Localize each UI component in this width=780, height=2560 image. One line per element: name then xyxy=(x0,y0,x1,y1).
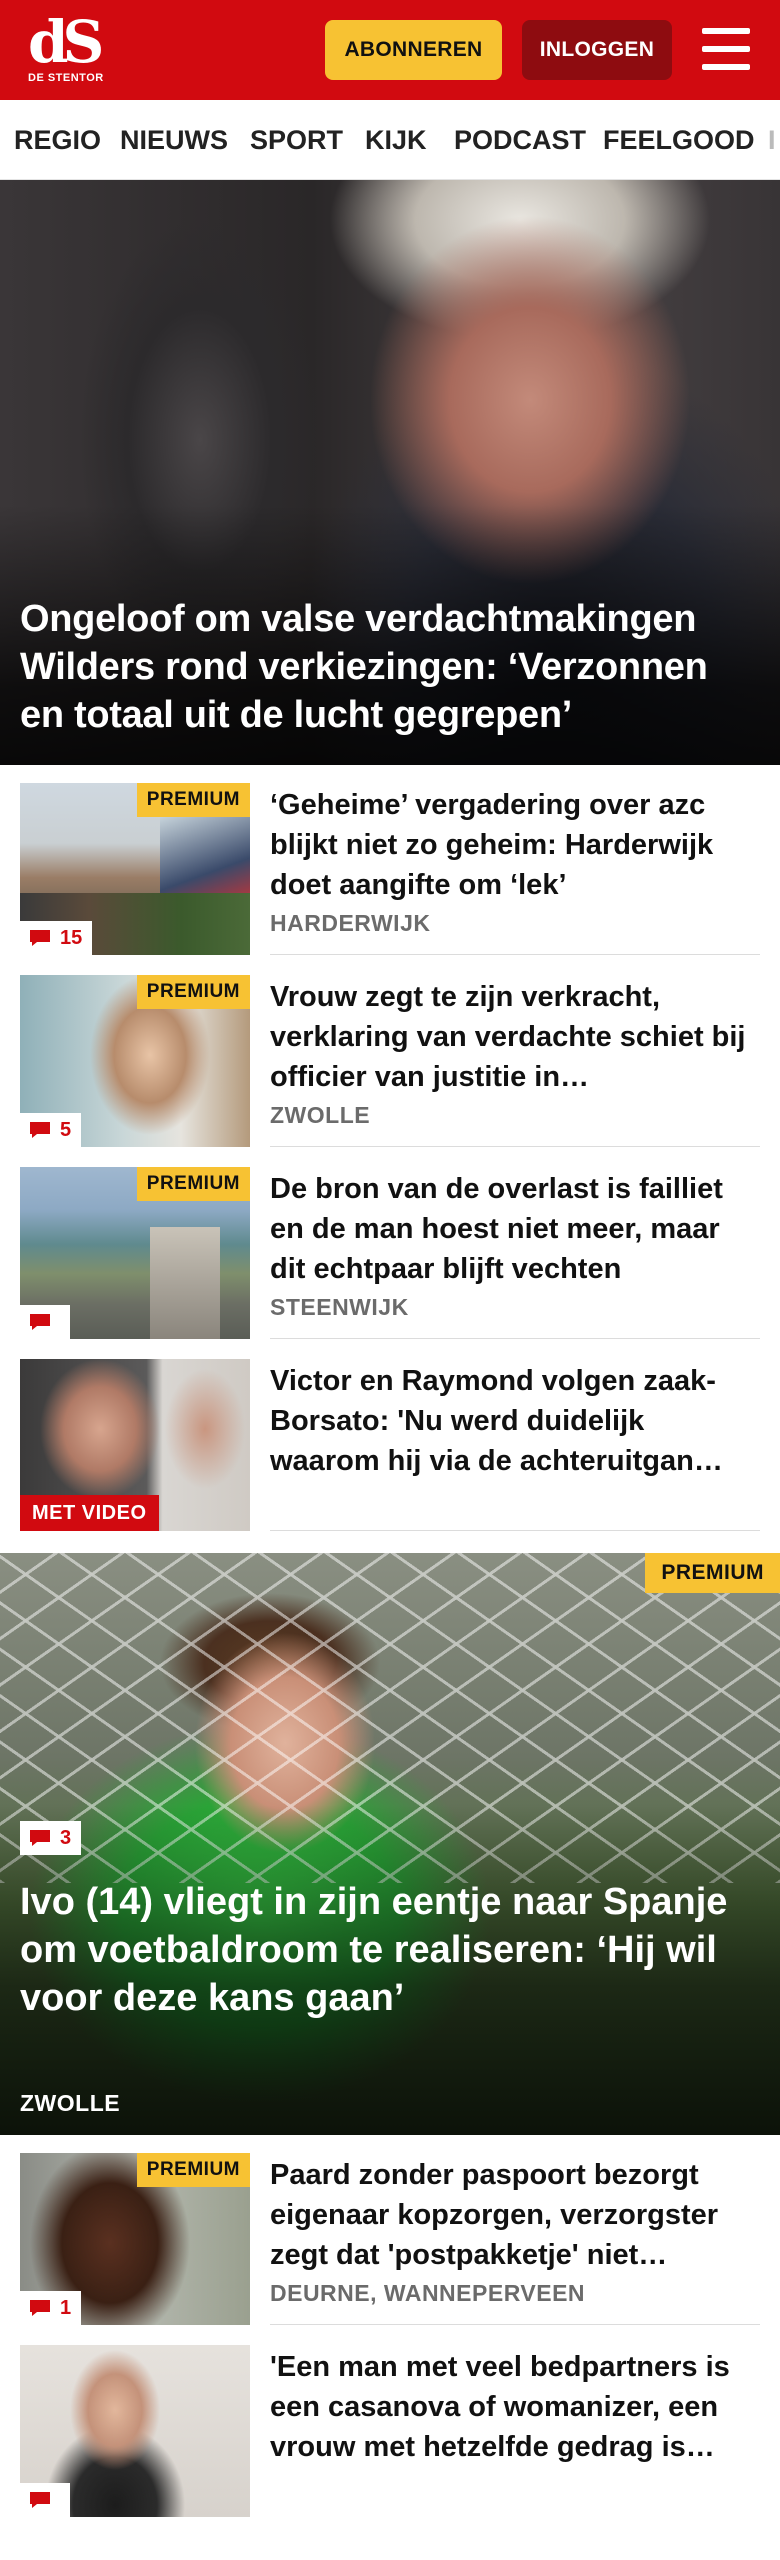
divider xyxy=(270,1146,760,1147)
premium-badge: PREMIUM xyxy=(136,783,250,817)
subscribe-button[interactable]: ABONNEREN xyxy=(325,20,502,80)
nav-item-nieuws[interactable]: NIEUWS xyxy=(120,100,228,179)
comment-icon xyxy=(30,2492,50,2508)
comment-count: 1 xyxy=(60,2296,72,2319)
list-item[interactable]: PREMIUM 5 Vrouw zegt te zijn verkracht, … xyxy=(20,957,760,1147)
comment-icon xyxy=(30,1122,50,1138)
list-item[interactable]: MET VIDEO Victor en Raymond volgen zaak-… xyxy=(20,1341,760,1531)
article-title[interactable]: Vrouw zegt te zijn verkracht, verklaring… xyxy=(270,977,750,1097)
article-thumbnail[interactable]: MET VIDEO xyxy=(20,1359,250,1531)
comment-icon xyxy=(30,1314,50,1330)
hero-article[interactable]: Ongeloof om valse verdachtmakingen Wilde… xyxy=(0,180,780,765)
divider xyxy=(270,1338,760,1339)
comment-count-badge[interactable] xyxy=(20,2483,70,2517)
featured-article[interactable]: PREMIUM 3 Ivo (14) vliegt in zijn eentje… xyxy=(0,1553,780,2135)
comment-count-badge[interactable]: 5 xyxy=(20,1113,82,1147)
comment-count-badge[interactable] xyxy=(20,1305,70,1339)
list-item[interactable]: 'Een man met veel bedpartners is een cas… xyxy=(20,2327,760,2517)
nav-item-regio[interactable]: REGIO xyxy=(14,100,101,179)
comment-count-badge[interactable]: 15 xyxy=(20,921,93,955)
article-thumbnail[interactable]: PREMIUM xyxy=(20,1167,250,1339)
article-location: STEENWIJK xyxy=(270,1294,409,1320)
list-item[interactable]: PREMIUM 15 ‘Geheime’ vergadering over az… xyxy=(20,765,760,955)
comment-icon xyxy=(30,930,50,946)
article-title[interactable]: Paard zonder paspoort bezorgt eigenaar k… xyxy=(270,2155,750,2275)
login-button[interactable]: INLOGGEN xyxy=(522,20,672,80)
list-item[interactable]: PREMIUM De bron van de overlast is faill… xyxy=(20,1149,760,1339)
article-thumbnail[interactable] xyxy=(20,2345,250,2517)
hamburger-menu-icon[interactable] xyxy=(700,24,752,74)
featured-title[interactable]: Ivo (14) vliegt in zijn eentje naar Span… xyxy=(20,1878,760,2022)
article-thumbnail[interactable]: PREMIUM 5 xyxy=(20,975,250,1147)
comment-icon xyxy=(30,2300,50,2316)
logo[interactable]: dS DE STENTOR xyxy=(28,8,112,88)
comment-count-badge[interactable]: 1 xyxy=(20,2291,82,2325)
premium-badge: PREMIUM xyxy=(136,975,250,1009)
comment-count-badge[interactable]: 3 xyxy=(20,1821,82,1855)
article-location: DEURNE, WANNEPERVEEN xyxy=(270,2280,586,2306)
comment-count: 3 xyxy=(60,1826,72,1849)
nav-item-overflow[interactable]: I xyxy=(768,100,776,179)
article-title[interactable]: ‘Geheime’ vergadering over azc blijkt ni… xyxy=(270,785,750,905)
building-shape xyxy=(150,1227,220,1339)
comment-count: 5 xyxy=(60,1118,72,1141)
article-title[interactable]: Victor en Raymond volgen zaak-Borsato: '… xyxy=(270,1361,750,1481)
premium-badge: PREMIUM xyxy=(645,1553,780,1593)
featured-location: ZWOLLE xyxy=(20,2090,121,2116)
nav-item-podcast[interactable]: PODCAST xyxy=(454,100,586,179)
article-thumbnail[interactable]: PREMIUM 1 xyxy=(20,2153,250,2325)
list-item[interactable]: PREMIUM 1 Paard zonder paspoort bezorgt … xyxy=(20,2135,760,2325)
premium-badge: PREMIUM xyxy=(136,2153,250,2187)
article-title[interactable]: 'Een man met veel bedpartners is een cas… xyxy=(270,2347,750,2467)
logo-subtitle: DE STENTOR xyxy=(28,72,104,84)
comment-icon xyxy=(30,1830,50,1846)
article-thumbnail[interactable]: PREMIUM 15 xyxy=(20,783,250,955)
divider xyxy=(270,954,760,955)
article-location: ZWOLLE xyxy=(270,1102,371,1128)
article-location: HARDERWIJK xyxy=(270,910,431,936)
site-header: dS DE STENTOR ABONNEREN INLOGGEN xyxy=(0,0,780,100)
comment-count: 15 xyxy=(60,926,83,949)
section-nav: REGIO NIEUWS SPORT KIJK PODCAST FEELGOOD… xyxy=(0,100,780,180)
nav-item-sport[interactable]: SPORT xyxy=(250,100,343,179)
nav-item-feelgood[interactable]: FEELGOOD xyxy=(603,100,755,179)
logo-mark: dS xyxy=(28,8,104,76)
hero-title[interactable]: Ongeloof om valse verdachtmakingen Wilde… xyxy=(20,595,760,739)
article-title[interactable]: De bron van de overlast is failliet en d… xyxy=(270,1169,750,1289)
nav-item-kijk[interactable]: KIJK xyxy=(365,100,427,179)
divider xyxy=(270,2324,760,2325)
divider xyxy=(270,1530,760,1531)
video-badge: MET VIDEO xyxy=(20,1495,159,1531)
premium-badge: PREMIUM xyxy=(136,1167,250,1201)
